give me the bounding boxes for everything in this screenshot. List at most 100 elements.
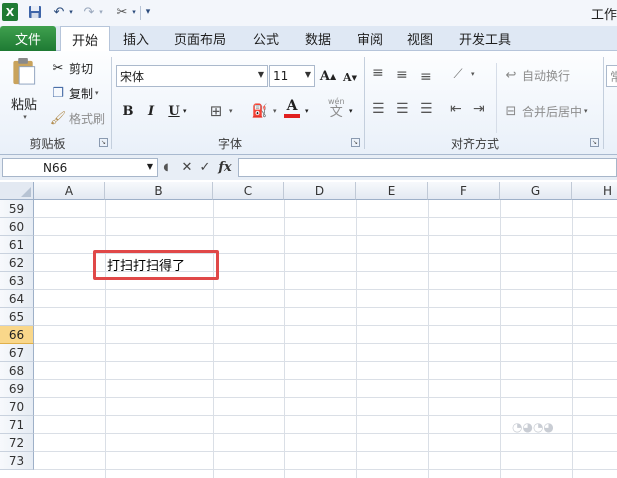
tools-icon[interactable]: ✂ [113, 3, 131, 21]
text-angle-icon: ⟋ [453, 66, 463, 82]
align-bottom-icon[interactable]: ≡ [420, 69, 432, 85]
table-row[interactable] [34, 398, 617, 416]
bold-button[interactable]: B [118, 101, 138, 121]
copy-button[interactable]: ❐ 复制 ▾ [50, 84, 99, 102]
tab-home[interactable]: 开始 [60, 26, 110, 52]
column-header-b[interactable]: B [105, 182, 213, 200]
italic-button[interactable]: I [141, 101, 161, 121]
column-header-d[interactable]: D [284, 182, 356, 200]
paste-button[interactable]: 粘贴 ▾ [6, 57, 42, 121]
row-header-60[interactable]: 60 [0, 218, 34, 236]
align-left-icon[interactable]: ☰ [372, 101, 385, 117]
row-header-69[interactable]: 69 [0, 380, 34, 398]
table-row[interactable] [34, 326, 617, 344]
row-header-63[interactable]: 63 [0, 272, 34, 290]
column-header-a[interactable]: A [34, 182, 105, 200]
tab-developer[interactable]: 开发工具 [450, 26, 520, 51]
tab-view[interactable]: 视图 [398, 26, 442, 51]
redo-icon[interactable]: ↷ [80, 3, 98, 21]
redo-dropdown-icon[interactable]: ▾ [97, 3, 105, 21]
column-header-h[interactable]: H [572, 182, 617, 200]
align-top-icon[interactable]: ≡ [372, 65, 384, 81]
alignment-launcher-icon[interactable]: ↘ [590, 138, 599, 147]
format-painter-button[interactable]: 🖌 格式刷 [50, 109, 105, 127]
increase-font-icon[interactable]: A ▲ [318, 66, 338, 86]
font-size-select[interactable]: 11 ▼ [269, 65, 315, 87]
tab-review[interactable]: 审阅 [348, 26, 392, 51]
row-header-67[interactable]: 67 [0, 344, 34, 362]
increase-indent-icon[interactable]: ⇥ [473, 101, 485, 117]
merge-dropdown-icon[interactable]: ▾ [584, 107, 588, 115]
align-center-icon[interactable]: ☰ [396, 101, 409, 117]
enter-icon[interactable]: ✓ [198, 159, 212, 176]
formula-bar-handle-icon[interactable]: ◖ [161, 159, 171, 176]
table-row[interactable] [34, 452, 617, 470]
table-row[interactable] [34, 362, 617, 380]
name-box[interactable]: N66 ▼ [2, 158, 158, 177]
insert-function-button[interactable]: fx [217, 159, 233, 176]
row-header-62[interactable]: 62 [0, 254, 34, 272]
table-row[interactable] [34, 308, 617, 326]
column-header-f[interactable]: F [428, 182, 500, 200]
number-format-select[interactable]: 常 [606, 65, 617, 87]
font-color-button[interactable]: A [284, 99, 300, 121]
underline-button[interactable]: U [164, 101, 184, 121]
tab-formulas[interactable]: 公式 [244, 26, 288, 51]
customize-icon[interactable]: ▾ [142, 3, 154, 21]
wrap-text-button[interactable]: ↩ 自动换行 [503, 66, 570, 84]
tab-data[interactable]: 数据 [296, 26, 340, 51]
borders-button[interactable]: ⊞ ▾ [208, 102, 233, 120]
row-header-68[interactable]: 68 [0, 362, 34, 380]
table-row[interactable] [34, 290, 617, 308]
select-all-corner[interactable] [0, 182, 34, 200]
row-header-64[interactable]: 64 [0, 290, 34, 308]
borders-dropdown-icon[interactable]: ▾ [229, 107, 233, 115]
formula-input[interactable] [238, 158, 617, 177]
table-row[interactable] [34, 200, 617, 218]
align-middle-icon[interactable]: ≡ [396, 67, 408, 83]
column-header-e[interactable]: E [356, 182, 428, 200]
spreadsheet-grid[interactable]: A B C D E F G H 59 60 61 62 63 64 65 66 … [0, 182, 617, 478]
font-color-dropdown-icon[interactable]: ▾ [305, 107, 309, 115]
clipboard-launcher-icon[interactable]: ↘ [99, 138, 108, 147]
row-header-71[interactable]: 71 [0, 416, 34, 434]
column-header-g[interactable]: G [500, 182, 572, 200]
row-header-72[interactable]: 72 [0, 434, 34, 452]
phonetic-button[interactable]: wén 文 [328, 97, 345, 123]
table-row[interactable] [34, 434, 617, 452]
orientation-dropdown-icon[interactable]: ▾ [471, 70, 475, 78]
fill-color-button[interactable]: ⛽ ▾ [252, 102, 277, 120]
tab-page-layout[interactable]: 页面布局 [168, 26, 232, 51]
tab-file[interactable]: 文件 [0, 26, 56, 51]
excel-icon[interactable]: X [2, 3, 18, 21]
undo-dropdown-icon[interactable]: ▾ [67, 3, 75, 21]
phonetic-dropdown-icon[interactable]: ▾ [349, 107, 353, 115]
table-row[interactable] [34, 218, 617, 236]
font-launcher-icon[interactable]: ↘ [351, 138, 360, 147]
tools-dropdown-icon[interactable]: ▾ [130, 3, 138, 21]
decrease-indent-icon[interactable]: ⇤ [450, 101, 462, 117]
save-icon[interactable] [26, 3, 44, 21]
copy-dropdown-icon[interactable]: ▾ [95, 89, 99, 97]
row-header-65[interactable]: 65 [0, 308, 34, 326]
tab-insert[interactable]: 插入 [114, 26, 158, 51]
merge-center-button[interactable]: ⊟ 合并后居中 ▾ [503, 102, 588, 120]
column-header-c[interactable]: C [213, 182, 284, 200]
row-header-66[interactable]: 66 [0, 326, 34, 344]
cancel-icon[interactable]: ✕ [180, 159, 194, 176]
fill-color-dropdown-icon[interactable]: ▾ [273, 107, 277, 115]
decrease-font-icon[interactable]: A ▼ [340, 67, 360, 87]
paste-dropdown-icon[interactable]: ▾ [23, 113, 27, 121]
orientation-button[interactable]: ⟋ ▾ [450, 65, 475, 83]
row-header-73[interactable]: 73 [0, 452, 34, 470]
table-row[interactable] [34, 380, 617, 398]
align-right-icon[interactable]: ☰ [420, 101, 433, 117]
undo-icon[interactable]: ↶ [50, 3, 68, 21]
row-header-59[interactable]: 59 [0, 200, 34, 218]
underline-dropdown-icon[interactable]: ▾ [183, 107, 187, 115]
row-header-70[interactable]: 70 [0, 398, 34, 416]
row-header-61[interactable]: 61 [0, 236, 34, 254]
table-row[interactable] [34, 344, 617, 362]
font-name-select[interactable]: 宋体 ▼ [116, 65, 268, 87]
cut-button[interactable]: ✂ 剪切 [50, 59, 93, 77]
